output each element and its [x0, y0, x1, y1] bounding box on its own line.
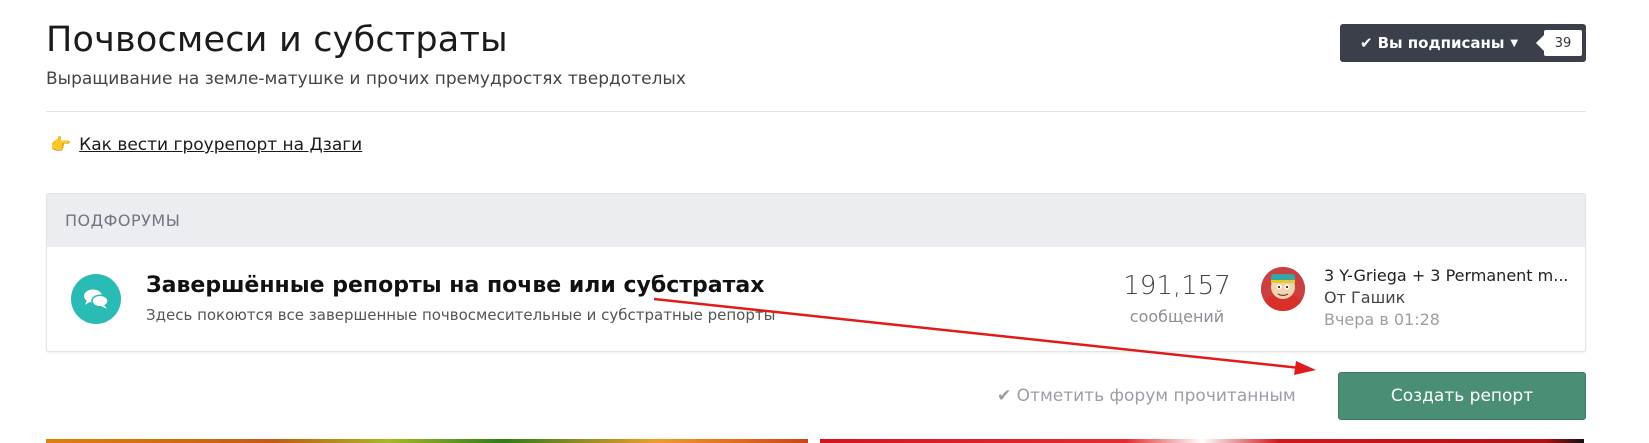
pointing-hand-icon: 👉 — [50, 135, 72, 155]
follower-count-badge[interactable]: 39 — [1536, 30, 1582, 56]
last-post-title[interactable]: 3 Y-Griega + 3 Permanent m... — [1324, 266, 1574, 285]
last-post-author[interactable]: От Гашик — [1324, 288, 1405, 307]
mark-read-label: Отметить форум прочитанным — [1016, 386, 1296, 406]
avatar[interactable] — [1261, 267, 1305, 311]
mark-read-button[interactable]: ✔ Отметить форум прочитанным — [997, 386, 1296, 406]
thread-image-preview[interactable] — [820, 439, 1584, 443]
posts-label: сообщений — [1129, 307, 1225, 326]
guide-link[interactable]: Как вести гроурепорт на Дзаги — [79, 135, 362, 155]
guide-notice: 👉 Как вести гроурепорт на Дзаги — [50, 135, 362, 155]
follow-button[interactable]: ✔ Вы подписаны ▼ — [1340, 24, 1518, 62]
subforum-row: Завершённые репорты на почве или субстра… — [47, 247, 1585, 351]
subforums-heading: ПОДФОРУМЫ — [47, 194, 1585, 247]
last-post-time: Вчера в 01:28 — [1324, 310, 1440, 329]
check-icon: ✔ — [997, 386, 1012, 406]
caret-down-icon: ▼ — [1510, 37, 1519, 49]
posts-count: 191,157 — [1123, 271, 1231, 301]
create-report-button[interactable]: Создать репорт — [1338, 372, 1586, 420]
subforums-block: ПОДФОРУМЫ Завершённые репорты на почве и… — [46, 193, 1586, 352]
follow-button-label: Вы подписаны — [1377, 34, 1505, 52]
chat-bubbles-icon[interactable] — [71, 274, 121, 324]
subforum-description: Здесь покоются все завершенные почвосмес… — [146, 306, 776, 324]
follow-control: ✔ Вы подписаны ▼ 39 — [1340, 24, 1586, 62]
check-icon: ✔ — [1360, 34, 1373, 52]
header-divider — [46, 111, 1586, 112]
subforum-title[interactable]: Завершённые репорты на почве или субстра… — [146, 273, 764, 298]
page-title: Почвосмеси и субстраты — [46, 20, 508, 60]
page-subtitle: Выращивание на земле-матушке и прочих пр… — [46, 69, 686, 89]
thread-image-preview[interactable] — [46, 439, 808, 443]
